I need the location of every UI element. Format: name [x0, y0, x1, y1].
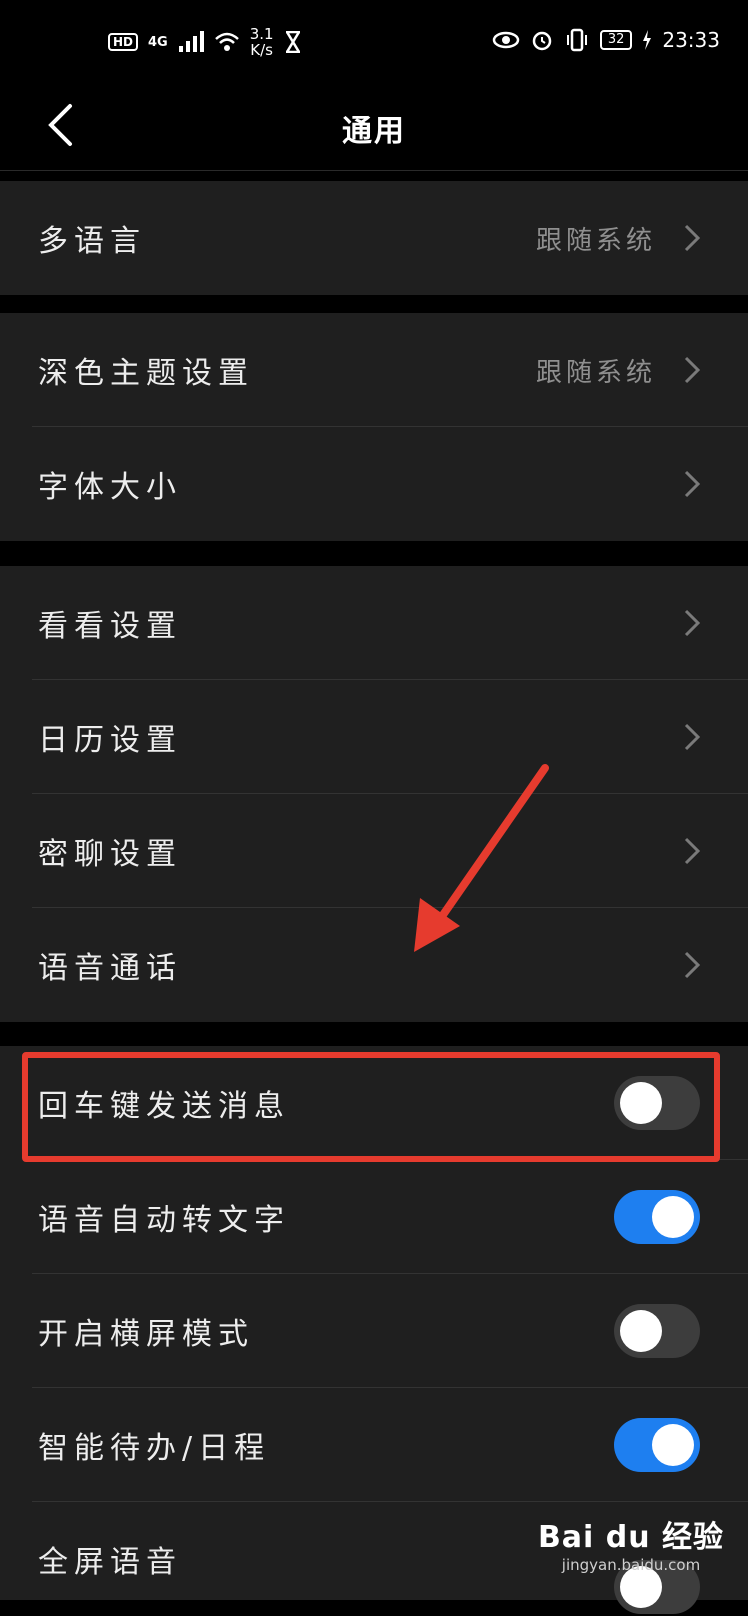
row-label: 语音通话: [38, 951, 182, 986]
vibrate-icon: [566, 28, 587, 52]
battery-level: 32: [599, 30, 633, 50]
status-bar: HD 4G 3.1 K/s 32 23:33: [0, 0, 748, 84]
wifi-icon: [214, 32, 239, 51]
charging-icon: [643, 30, 652, 50]
landscape-mode-toggle[interactable]: [614, 1304, 700, 1358]
chevron-right-icon: [684, 837, 701, 865]
toggle-knob: [652, 1424, 694, 1466]
voice-to-text-toggle[interactable]: [614, 1190, 700, 1244]
row-label: 深色主题设置: [38, 356, 254, 391]
row-label: 日历设置: [38, 723, 182, 758]
row-label: 多语言: [38, 224, 146, 259]
chevron-right-icon: [684, 224, 701, 252]
signal-icon: [178, 31, 204, 52]
hd-badge: HD: [108, 33, 139, 51]
chevron-right-icon: [684, 609, 701, 637]
row-enter-to-send: 回车键发送消息: [0, 1046, 748, 1160]
row-language[interactable]: 多语言 跟随系统: [0, 181, 748, 295]
row-label: 全屏语音: [38, 1545, 182, 1580]
watermark-url: jingyan.baidu.com: [561, 1556, 701, 1574]
row-value: 跟随系统: [535, 225, 656, 256]
watermark: Bai du 经验 jingyan.baidu.com: [536, 1512, 726, 1574]
row-secret-chat-settings[interactable]: 密聊设置: [0, 794, 748, 908]
alarm-icon: [532, 31, 552, 51]
row-voice-to-text: 语音自动转文字: [0, 1160, 748, 1274]
row-label: 开启横屏模式: [38, 1317, 254, 1352]
row-label: 智能待办/日程: [38, 1431, 271, 1466]
chevron-right-icon: [684, 356, 701, 384]
clock: 23:33: [662, 28, 720, 52]
row-voice-call[interactable]: 语音通话: [0, 908, 748, 1022]
row-smart-todo: 智能待办/日程: [0, 1388, 748, 1502]
settings-group-features: 看看设置 日历设置 密聊设置 语音通话: [0, 566, 748, 1022]
row-label: 字体大小: [38, 470, 182, 505]
eye-icon: [492, 31, 520, 49]
smart-todo-toggle[interactable]: [614, 1418, 700, 1472]
navigation-bar: 通用: [0, 84, 748, 171]
row-dark-theme[interactable]: 深色主题设置 跟随系统: [0, 313, 748, 427]
page-title: 通用: [342, 114, 406, 149]
row-label: 看看设置: [38, 609, 182, 644]
settings-group-display: 深色主题设置 跟随系统 字体大小: [0, 313, 748, 541]
row-landscape-mode: 开启横屏模式: [0, 1274, 748, 1388]
watermark-logo: Bai du 经验: [537, 1520, 725, 1555]
network-speed: 3.1 K/s: [250, 26, 274, 58]
toggle-knob: [620, 1310, 662, 1352]
network-type: 4G: [148, 34, 168, 50]
settings-group-language: 多语言 跟随系统: [0, 181, 748, 295]
speed-unit: K/s: [250, 41, 274, 59]
chevron-right-icon: [684, 470, 701, 498]
row-label: 密聊设置: [38, 837, 182, 872]
row-calendar-settings[interactable]: 日历设置: [0, 680, 748, 794]
status-left: HD 4G 3.1 K/s: [108, 26, 302, 58]
chevron-right-icon: [684, 951, 701, 979]
enter-to-send-toggle[interactable]: [614, 1076, 700, 1130]
row-look-settings[interactable]: 看看设置: [0, 566, 748, 680]
chevron-right-icon: [684, 723, 701, 751]
hourglass-icon: [285, 31, 300, 53]
row-font-size[interactable]: 字体大小: [0, 427, 748, 541]
row-value: 跟随系统: [535, 357, 656, 388]
row-label: 回车键发送消息: [38, 1089, 290, 1124]
toggle-knob: [620, 1082, 662, 1124]
row-label: 语音自动转文字: [38, 1203, 290, 1238]
status-right: 32 23:33: [492, 28, 720, 52]
toggle-knob: [652, 1196, 694, 1238]
